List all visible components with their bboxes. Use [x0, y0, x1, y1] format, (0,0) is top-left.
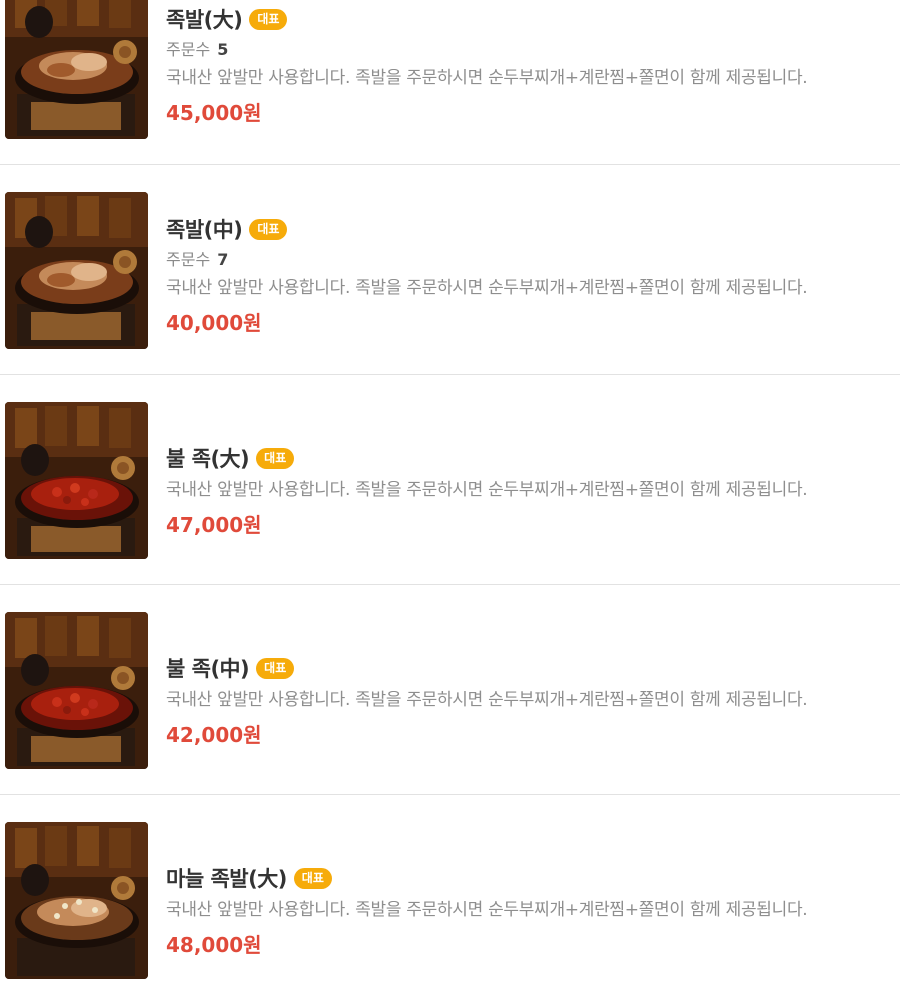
menu-item-title-row: 족발(中) 대표	[166, 214, 890, 244]
menu-item[interactable]: 불 족(大) 대표 국내산 앞발만 사용합니다. 족발을 주문하시면 순두부찌개…	[0, 375, 900, 585]
menu-item-description: 국내산 앞발만 사용합니다. 족발을 주문하시면 순두부찌개+계란찜+쫄면이 함…	[166, 68, 808, 88]
menu-item-title-row: 불 족(中) 대표	[166, 653, 890, 683]
menu-item-name: 불 족(中)	[166, 657, 250, 681]
menu-item-orders: 주문수 7	[166, 249, 890, 271]
menu-item-photo[interactable]	[5, 612, 148, 769]
menu-item-info: 족발(大) 대표 주문수 5 국내산 앞발만 사용합니다. 족발을 주문하시면 …	[166, 4, 890, 126]
menu-item-price: 45,000원	[166, 101, 262, 125]
menu-item[interactable]: 마늘 족발(大) 대표 국내산 앞발만 사용합니다. 족발을 주문하시면 순두부…	[0, 795, 900, 1005]
jokbal-photo	[5, 0, 148, 139]
menu-item-orders: 주문수 5	[166, 39, 890, 61]
menu-item-info: 족발(中) 대표 주문수 7 국내산 앞발만 사용합니다. 족발을 주문하시면 …	[166, 214, 890, 336]
menu-item-title-row: 마늘 족발(大) 대표	[166, 863, 890, 893]
menu-item-price: 40,000원	[166, 311, 262, 335]
menu-item-name: 마늘 족발(大)	[166, 867, 287, 891]
menu-item-photo[interactable]	[5, 0, 148, 139]
menu-item-title-row: 불 족(大) 대표	[166, 443, 890, 473]
menu-item-name: 족발(大)	[166, 8, 243, 32]
orders-count: 7	[217, 250, 229, 269]
spicy-jokbal-photo	[5, 402, 148, 559]
signature-badge: 대표	[256, 447, 295, 469]
menu-item-name: 불 족(大)	[166, 447, 250, 471]
garlic-jokbal-photo	[5, 822, 148, 979]
menu-item[interactable]: 족발(中) 대표 주문수 7 국내산 앞발만 사용합니다. 족발을 주문하시면 …	[0, 165, 900, 375]
menu-item-info: 마늘 족발(大) 대표 국내산 앞발만 사용합니다. 족발을 주문하시면 순두부…	[166, 863, 890, 958]
menu-item[interactable]: 족발(大) 대표 주문수 5 국내산 앞발만 사용합니다. 족발을 주문하시면 …	[0, 0, 900, 165]
jokbal-photo	[5, 192, 148, 349]
signature-badge: 대표	[256, 657, 295, 679]
signature-badge: 대표	[293, 867, 332, 889]
menu-item-photo[interactable]	[5, 822, 148, 979]
menu-item-description: 국내산 앞발만 사용합니다. 족발을 주문하시면 순두부찌개+계란찜+쫄면이 함…	[166, 690, 808, 710]
menu-item-price: 48,000원	[166, 933, 262, 957]
menu-item[interactable]: 불 족(中) 대표 국내산 앞발만 사용합니다. 족발을 주문하시면 순두부찌개…	[0, 585, 900, 795]
menu-item-description: 국내산 앞발만 사용합니다. 족발을 주문하시면 순두부찌개+계란찜+쫄면이 함…	[166, 900, 808, 920]
menu-item-name: 족발(中)	[166, 218, 243, 242]
signature-badge: 대표	[249, 218, 288, 240]
menu-item-description: 국내산 앞발만 사용합니다. 족발을 주문하시면 순두부찌개+계란찜+쫄면이 함…	[166, 480, 808, 500]
spicy-jokbal-photo	[5, 612, 148, 769]
menu-item-price: 42,000원	[166, 723, 262, 747]
menu-item-description: 국내산 앞발만 사용합니다. 족발을 주문하시면 순두부찌개+계란찜+쫄면이 함…	[166, 278, 808, 298]
signature-badge: 대표	[249, 8, 288, 30]
orders-label: 주문수	[166, 40, 211, 59]
orders-label: 주문수	[166, 250, 211, 269]
menu-list: 족발(大) 대표 주문수 5 국내산 앞발만 사용합니다. 족발을 주문하시면 …	[0, 0, 900, 1005]
menu-item-photo[interactable]	[5, 402, 148, 559]
orders-count: 5	[217, 40, 229, 59]
menu-item-price: 47,000원	[166, 513, 262, 537]
menu-item-photo[interactable]	[5, 192, 148, 349]
menu-item-title-row: 족발(大) 대표	[166, 4, 890, 34]
menu-item-info: 불 족(中) 대표 국내산 앞발만 사용합니다. 족발을 주문하시면 순두부찌개…	[166, 653, 890, 748]
menu-item-info: 불 족(大) 대표 국내산 앞발만 사용합니다. 족발을 주문하시면 순두부찌개…	[166, 443, 890, 538]
